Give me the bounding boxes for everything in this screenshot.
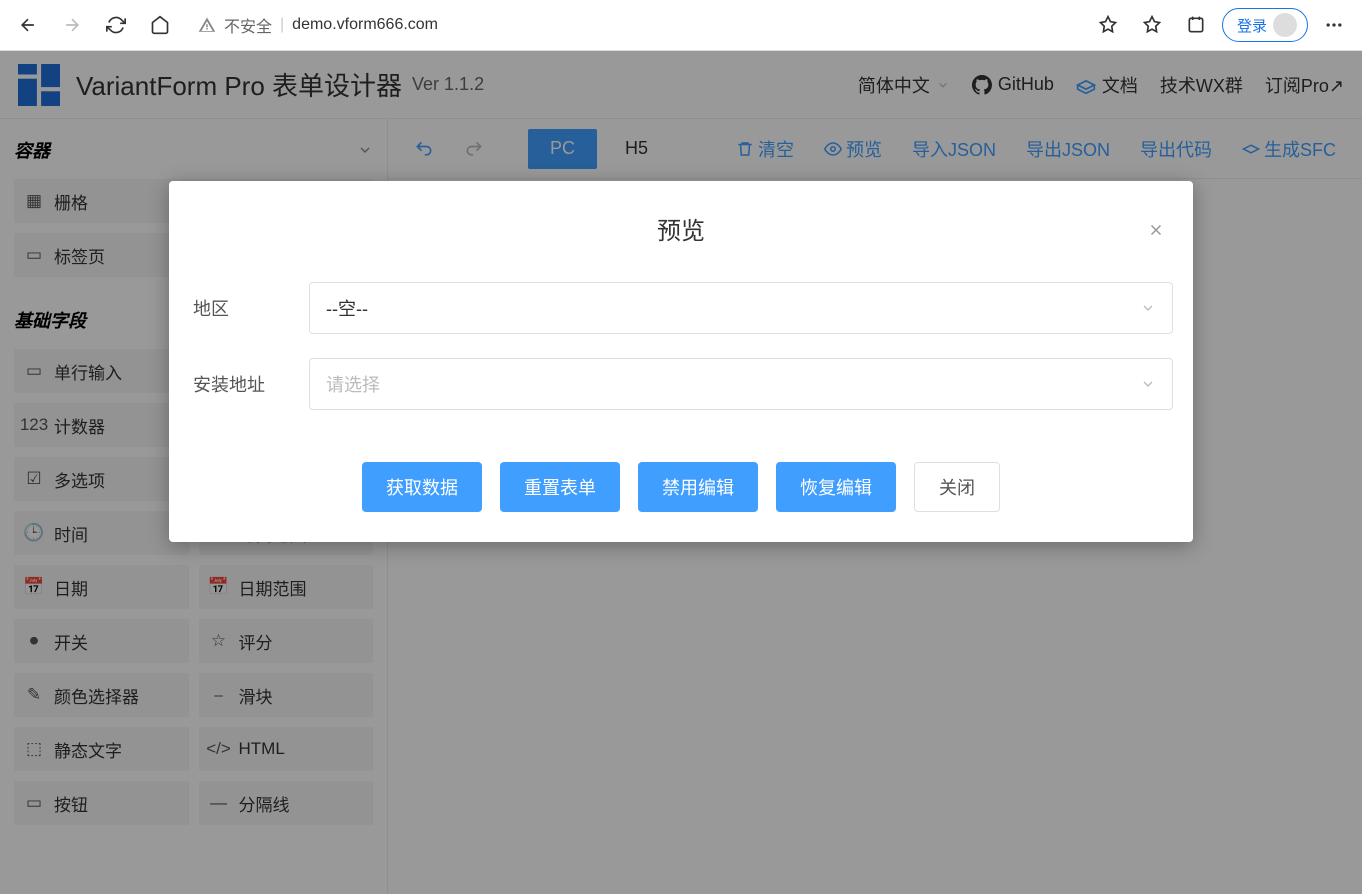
reset-form-button[interactable]: 重置表单 bbox=[500, 462, 620, 512]
close-icon bbox=[1147, 221, 1165, 239]
security-label: 不安全 bbox=[224, 13, 272, 37]
region-label: 地区 bbox=[189, 295, 299, 321]
favorites-icon[interactable] bbox=[1134, 7, 1170, 43]
refresh-icon[interactable] bbox=[98, 7, 134, 43]
chevron-down-icon bbox=[1140, 300, 1156, 316]
address-bar[interactable]: 不安全 | demo.vform666.com bbox=[186, 8, 1082, 42]
dialog-title: 预览 bbox=[169, 201, 1193, 270]
modal-overlay: 预览 地区 --空-- 安装地址 请选择 获取数据 重置表 bbox=[0, 51, 1362, 894]
address-select[interactable]: 请选择 bbox=[309, 358, 1173, 410]
add-favorite-icon[interactable] bbox=[1090, 7, 1126, 43]
form-row-address: 安装地址 请选择 bbox=[169, 346, 1193, 422]
collections-icon[interactable] bbox=[1178, 7, 1214, 43]
browser-toolbar: 不安全 | demo.vform666.com 登录 bbox=[0, 0, 1362, 51]
fetch-data-button[interactable]: 获取数据 bbox=[362, 462, 482, 512]
region-select[interactable]: --空-- bbox=[309, 282, 1173, 334]
disable-edit-button[interactable]: 禁用编辑 bbox=[638, 462, 758, 512]
back-icon[interactable] bbox=[10, 7, 46, 43]
url-text: demo.vform666.com bbox=[292, 16, 438, 34]
app: VariantForm Pro 表单设计器 Ver 1.1.2 简体中文 Git… bbox=[0, 51, 1362, 894]
address-label: 安装地址 bbox=[189, 371, 299, 397]
dialog-close-button[interactable] bbox=[1147, 221, 1165, 239]
home-icon[interactable] bbox=[142, 7, 178, 43]
preview-dialog: 预览 地区 --空-- 安装地址 请选择 获取数据 重置表 bbox=[169, 181, 1193, 542]
warning-icon bbox=[198, 16, 216, 34]
login-button[interactable]: 登录 bbox=[1222, 8, 1308, 42]
close-button[interactable]: 关闭 bbox=[914, 462, 1000, 512]
restore-edit-button[interactable]: 恢复编辑 bbox=[776, 462, 896, 512]
forward-icon[interactable] bbox=[54, 7, 90, 43]
more-icon[interactable] bbox=[1316, 7, 1352, 43]
form-row-region: 地区 --空-- bbox=[169, 270, 1193, 346]
chevron-down-icon bbox=[1140, 376, 1156, 392]
dialog-actions: 获取数据 重置表单 禁用编辑 恢复编辑 关闭 bbox=[169, 422, 1193, 512]
avatar-icon bbox=[1273, 13, 1297, 37]
